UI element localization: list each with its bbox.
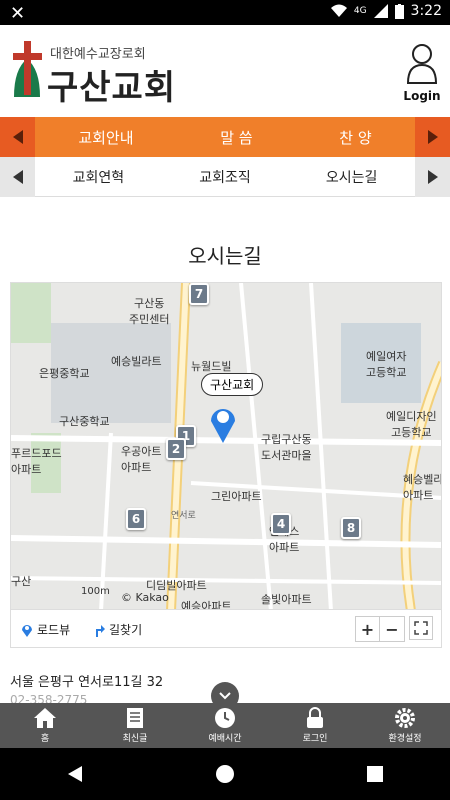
battery-icon bbox=[394, 3, 404, 19]
fullscreen-button[interactable] bbox=[409, 616, 433, 640]
tab-home[interactable]: 홈 bbox=[0, 703, 90, 748]
church-logo[interactable] bbox=[10, 39, 44, 99]
sub-nav-next-button[interactable] bbox=[415, 156, 450, 197]
login-button[interactable]: Login bbox=[402, 43, 442, 103]
tab-home-label: 홈 bbox=[40, 734, 50, 744]
map-label-wugong: 우공아트 아파트 bbox=[121, 445, 162, 474]
subnav-item-organization[interactable]: 교회조직 bbox=[199, 167, 251, 187]
map-label-gusan: 구산 bbox=[11, 575, 32, 588]
tab-settings[interactable]: 환경설정 bbox=[360, 703, 450, 748]
user-icon bbox=[406, 44, 438, 84]
map-label-prod: 푸르드포드 아파트 bbox=[11, 447, 62, 476]
nav-item-church-info[interactable]: 교회안내 bbox=[78, 127, 133, 148]
subnav-item-directions[interactable]: 오시는길 bbox=[326, 167, 378, 187]
nav-item-praise[interactable]: 찬 양 bbox=[339, 127, 371, 148]
recents-icon[interactable] bbox=[366, 765, 384, 783]
wifi-icon bbox=[330, 4, 347, 17]
map-label-villa: 예승빌라트 bbox=[111, 355, 162, 368]
nav-item-sermon[interactable]: 말 씀 bbox=[220, 127, 252, 148]
chevron-left-icon bbox=[12, 169, 23, 184]
map-pin-8[interactable]: 8 bbox=[341, 517, 361, 539]
sub-nav: 교회연혁 교회조직 오시는길 bbox=[0, 156, 450, 197]
system-nav-bar bbox=[0, 748, 450, 800]
status-bar: ✕ 4G 3:22 bbox=[0, 0, 450, 25]
tab-latest-label: 최신글 bbox=[122, 734, 148, 744]
map-pin-4[interactable]: 4 bbox=[271, 513, 291, 535]
map-pin-6[interactable]: 6 bbox=[126, 508, 146, 530]
main-nav: 교회안내 말 씀 찬 양 bbox=[0, 117, 450, 157]
map-label-womens-high: 예일여자 고등학교 bbox=[366, 350, 407, 379]
map-label-solbit: 솔빛아파트 bbox=[261, 593, 312, 606]
map-label-yesung-apt: 예승아파트 bbox=[181, 600, 232, 610]
map-label-gusan-middle: 구산중학교 bbox=[59, 415, 110, 428]
tab-worship-time[interactable]: 예배시간 bbox=[180, 703, 270, 748]
church-name[interactable]: 구산교회 bbox=[47, 60, 176, 109]
map-label-eunpyeong-middle: 은평중학교 bbox=[39, 367, 90, 380]
directions-label: 길찾기 bbox=[109, 623, 143, 637]
home-circle-icon[interactable] bbox=[215, 764, 235, 784]
fullscreen-icon bbox=[414, 621, 428, 635]
close-icon: ✕ bbox=[10, 3, 26, 24]
map-label-newworld: 뉴월드빌 bbox=[191, 360, 232, 373]
map-toolbar: 로드뷰 길찾기 + − bbox=[10, 610, 442, 648]
route-icon bbox=[96, 624, 105, 637]
church-callout[interactable]: 구산교회 bbox=[201, 373, 264, 396]
tab-login[interactable]: 로그인 bbox=[270, 703, 360, 748]
map-label-green: 그린아파트 bbox=[211, 490, 262, 503]
map-view[interactable]: 구산동 주민센터 예승빌라트 뉴월드빌 은평중학교 구산중학교 예일여자 고등학… bbox=[10, 282, 442, 610]
map-label-hyesung: 혜승벨라 아파트 bbox=[403, 473, 442, 502]
roadview-label: 로드뷰 bbox=[37, 623, 71, 637]
map-label-community: 구산동 주민센터 bbox=[129, 297, 170, 326]
main-nav-next-button[interactable] bbox=[415, 117, 450, 157]
zoom-in-button[interactable]: + bbox=[356, 617, 380, 641]
church-address: 서울 은평구 연서로11길 32 bbox=[10, 675, 164, 690]
bottom-tab-bar: 홈 최신글 예배시간 로그인 환경설정 bbox=[0, 703, 450, 748]
directions-button[interactable]: 길찾기 bbox=[93, 621, 142, 638]
main-nav-prev-button[interactable] bbox=[0, 117, 35, 157]
map-label-kakao: © Kakao bbox=[121, 591, 169, 604]
chevron-left-icon bbox=[12, 130, 23, 144]
tab-settings-label: 환경설정 bbox=[388, 734, 422, 744]
map-scale: 100m bbox=[81, 586, 110, 597]
map-label-library: 구립구산동 도서관마을 bbox=[261, 433, 312, 462]
map-pin-2[interactable]: 2 bbox=[166, 438, 186, 460]
document-icon bbox=[127, 708, 143, 728]
map-label-design-high: 예일디자인 고등학교 bbox=[386, 410, 437, 439]
chevron-right-icon bbox=[427, 130, 438, 144]
status-time: 3:22 bbox=[410, 3, 442, 19]
tab-worship-time-label: 예배시간 bbox=[208, 734, 242, 744]
zoom-controls: + − bbox=[355, 616, 405, 642]
sub-nav-prev-button[interactable] bbox=[0, 156, 35, 197]
chevron-down-icon bbox=[219, 692, 231, 700]
location-pin-icon[interactable] bbox=[208, 403, 238, 443]
map-roads bbox=[11, 283, 441, 609]
network-label: 4G bbox=[353, 6, 367, 16]
app-header: 대한예수교장로회 구산교회 Login bbox=[0, 25, 450, 117]
clock-icon bbox=[215, 708, 235, 728]
home-icon bbox=[34, 708, 56, 728]
signal-icon bbox=[373, 4, 388, 18]
map-pin-7[interactable]: 7 bbox=[189, 283, 209, 305]
page-title: 오시는길 bbox=[188, 244, 262, 268]
chevron-right-icon bbox=[427, 169, 438, 184]
tab-latest[interactable]: 최신글 bbox=[90, 703, 180, 748]
login-label: Login bbox=[403, 89, 441, 103]
tab-login-label: 로그인 bbox=[302, 734, 328, 744]
pin-icon bbox=[22, 624, 32, 637]
back-icon[interactable] bbox=[66, 765, 84, 783]
map-label-road: 연서로 bbox=[171, 511, 196, 521]
zoom-out-button[interactable]: − bbox=[380, 617, 404, 641]
gear-icon bbox=[395, 708, 415, 728]
roadview-button[interactable]: 로드뷰 bbox=[21, 621, 70, 638]
subnav-item-history[interactable]: 교회연혁 bbox=[73, 167, 125, 187]
lock-icon bbox=[307, 707, 323, 728]
